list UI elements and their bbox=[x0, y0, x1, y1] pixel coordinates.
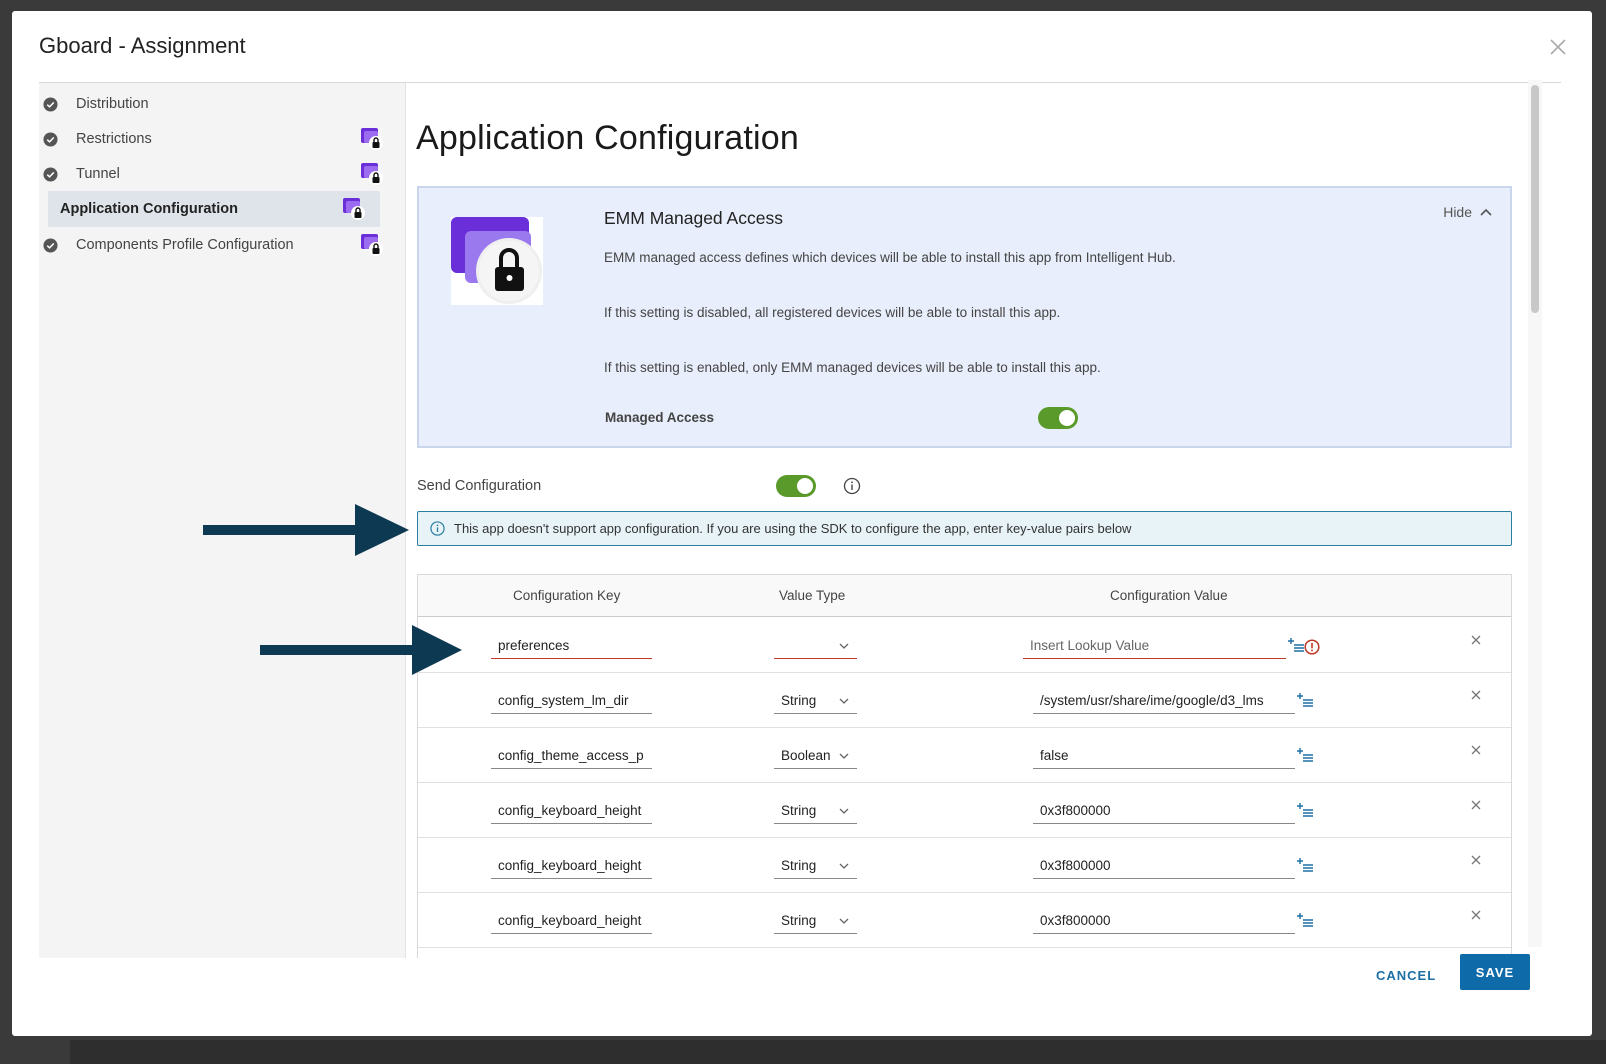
insert-lookup-icon[interactable] bbox=[1296, 802, 1314, 818]
lock-badge-icon bbox=[361, 163, 383, 185]
lock-badge-icon bbox=[343, 198, 365, 220]
emm-description-line: EMM managed access defines which devices… bbox=[604, 250, 1176, 265]
config-key-input[interactable]: config_keyboard_height bbox=[491, 798, 652, 824]
value-type-select[interactable]: String bbox=[774, 798, 857, 824]
main-content: Application Configuration EMM Managed Ac… bbox=[396, 83, 1536, 958]
chevron-down-icon bbox=[839, 863, 849, 869]
chevron-up-icon bbox=[1480, 208, 1492, 216]
value-type-select[interactable] bbox=[774, 633, 857, 659]
table-row: preferences Insert Lookup Value bbox=[418, 618, 1511, 673]
info-icon[interactable] bbox=[843, 477, 861, 495]
sidebar-item-label: Distribution bbox=[76, 96, 149, 112]
sidebar-item-components-profile-configuration[interactable]: Components Profile Configuration bbox=[39, 227, 383, 263]
send-configuration-toggle[interactable] bbox=[776, 475, 816, 497]
check-circle-icon bbox=[43, 131, 58, 147]
sidebar-item-tunnel[interactable]: Tunnel bbox=[39, 156, 383, 192]
close-icon[interactable] bbox=[1546, 35, 1570, 59]
table-row: config_keyboard_height String 0x3f800000 bbox=[418, 838, 1511, 893]
delete-row-icon[interactable] bbox=[1470, 854, 1482, 866]
value-type-text: String bbox=[781, 858, 817, 873]
sidebar-item-application-configuration[interactable]: Application Configuration bbox=[48, 191, 380, 227]
config-value-input[interactable]: false bbox=[1033, 743, 1295, 769]
value-type-select[interactable]: Boolean bbox=[774, 743, 857, 769]
sidebar-item-label: Tunnel bbox=[76, 166, 120, 182]
delete-row-icon[interactable] bbox=[1470, 909, 1482, 921]
emm-managed-access-card: EMM Managed Access Hide EMM managed acce… bbox=[417, 186, 1512, 448]
value-type-text: String bbox=[781, 803, 817, 818]
sidebar-item-distribution[interactable]: Distribution bbox=[39, 86, 379, 122]
sidebar-item-restrictions[interactable]: Restrictions bbox=[39, 121, 383, 157]
cancel-button[interactable]: CANCEL bbox=[1370, 962, 1442, 989]
lock-badge-icon bbox=[361, 128, 383, 150]
insert-lookup-icon[interactable] bbox=[1296, 692, 1314, 708]
chevron-down-icon bbox=[839, 698, 849, 704]
column-header-value-type: Value Type bbox=[779, 588, 846, 603]
sidebar-item-label: Application Configuration bbox=[60, 201, 239, 217]
emm-description-line: If this setting is disabled, all registe… bbox=[604, 305, 1061, 320]
table-row: config_keyboard_height String 0x3f800000 bbox=[418, 893, 1511, 948]
info-icon bbox=[430, 521, 445, 536]
insert-lookup-icon[interactable] bbox=[1296, 857, 1314, 873]
table-header: Configuration Key Value Type Configurati… bbox=[418, 575, 1511, 617]
notice-text: This app doesn't support app configurati… bbox=[454, 521, 1132, 536]
error-icon bbox=[1304, 639, 1320, 655]
page-title: Application Configuration bbox=[416, 119, 800, 157]
table-row: config_keyboard_height String 0x3f800000 bbox=[418, 783, 1511, 838]
save-button[interactable]: SAVE bbox=[1460, 954, 1530, 990]
delete-row-icon[interactable] bbox=[1470, 799, 1482, 811]
check-circle-icon bbox=[43, 237, 58, 253]
value-type-text: String bbox=[781, 693, 817, 708]
managed-access-label: Managed Access bbox=[605, 410, 715, 425]
config-value-input[interactable]: /system/usr/share/ime/google/d3_lms bbox=[1033, 688, 1295, 714]
config-value-input[interactable]: 0x3f800000 bbox=[1033, 853, 1295, 879]
insert-lookup-icon[interactable] bbox=[1296, 747, 1314, 763]
config-key-input[interactable]: config_keyboard_height bbox=[491, 853, 652, 879]
sdk-notice-banner: This app doesn't support app configurati… bbox=[417, 511, 1512, 546]
hide-toggle-link[interactable]: Hide bbox=[1443, 204, 1492, 220]
delete-row-icon[interactable] bbox=[1470, 744, 1482, 756]
chevron-down-icon bbox=[839, 918, 849, 924]
check-circle-icon bbox=[43, 166, 58, 182]
app-lock-icon bbox=[451, 217, 543, 305]
config-key-input[interactable]: config_system_lm_dir bbox=[491, 688, 652, 714]
table-row: config_theme_access_p Boolean false bbox=[418, 728, 1511, 783]
delete-row-icon[interactable] bbox=[1470, 634, 1482, 646]
value-type-select[interactable]: String bbox=[774, 853, 857, 879]
insert-lookup-icon[interactable] bbox=[1296, 912, 1314, 928]
insert-lookup-icon[interactable] bbox=[1287, 637, 1305, 653]
delete-row-icon[interactable] bbox=[1470, 689, 1482, 701]
config-value-input[interactable]: 0x3f800000 bbox=[1033, 908, 1295, 934]
annotation-arrow bbox=[260, 625, 462, 675]
hide-label: Hide bbox=[1443, 204, 1472, 220]
send-configuration-label: Send Configuration bbox=[417, 478, 542, 494]
modal-title: Gboard - Assignment bbox=[39, 33, 246, 58]
configuration-table: Configuration Key Value Type Configurati… bbox=[417, 574, 1512, 958]
annotation-arrow bbox=[203, 504, 409, 556]
emm-title: EMM Managed Access bbox=[604, 208, 783, 228]
value-type-select[interactable]: String bbox=[774, 688, 857, 714]
sidebar-item-label: Components Profile Configuration bbox=[76, 237, 294, 253]
managed-access-toggle[interactable] bbox=[1038, 407, 1078, 429]
config-key-input[interactable]: config_theme_access_p bbox=[491, 743, 652, 769]
emm-description-line: If this setting is enabled, only EMM man… bbox=[604, 360, 1101, 375]
value-type-text: Boolean bbox=[781, 748, 831, 763]
config-key-input[interactable]: config_keyboard_height bbox=[491, 908, 652, 934]
background-strip bbox=[70, 1040, 1606, 1064]
table-row: config_system_lm_dir String /system/usr/… bbox=[418, 673, 1511, 728]
check-circle-icon bbox=[43, 96, 58, 112]
config-value-input[interactable]: 0x3f800000 bbox=[1033, 798, 1295, 824]
config-key-input[interactable]: preferences bbox=[491, 633, 652, 659]
value-type-text: String bbox=[781, 913, 817, 928]
value-type-select[interactable]: String bbox=[774, 908, 857, 934]
chevron-down-icon bbox=[839, 808, 849, 814]
sidebar-item-label: Restrictions bbox=[76, 131, 152, 147]
chevron-down-icon bbox=[839, 753, 849, 759]
column-header-key: Configuration Key bbox=[513, 588, 621, 603]
chevron-down-icon bbox=[839, 643, 849, 649]
config-value-input[interactable]: Insert Lookup Value bbox=[1023, 633, 1286, 659]
lock-badge-icon bbox=[361, 234, 383, 256]
column-header-value: Configuration Value bbox=[1110, 588, 1228, 603]
